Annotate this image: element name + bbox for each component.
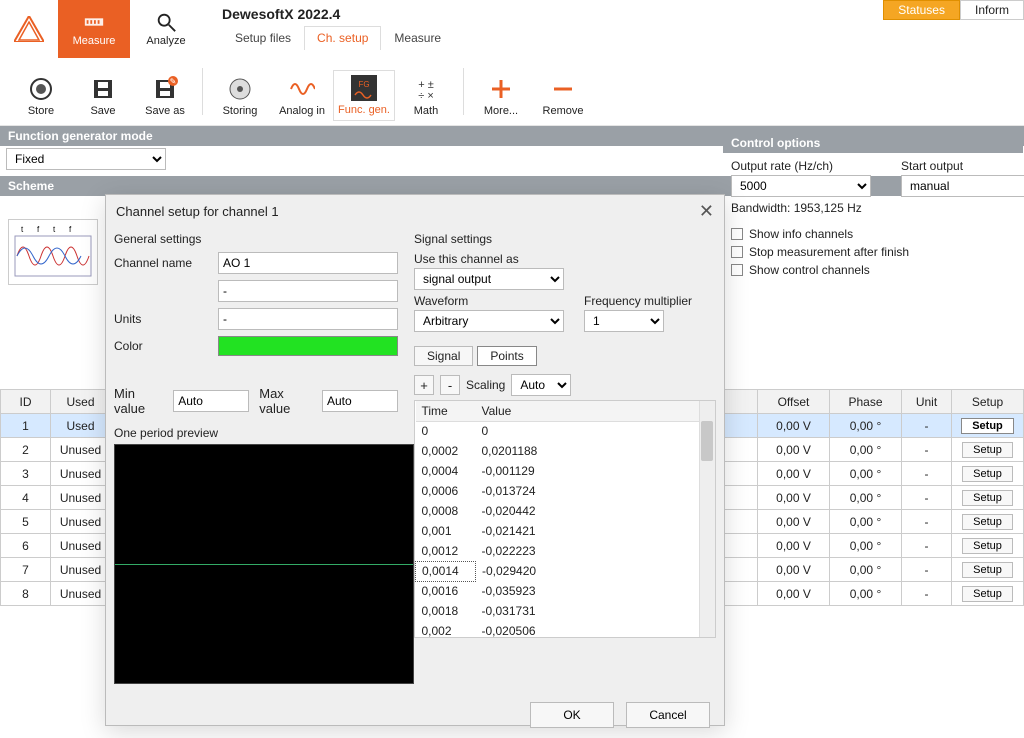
app-logo xyxy=(0,0,58,58)
storing-icon xyxy=(227,76,253,102)
point-row[interactable]: 0,0014-0,029420 xyxy=(416,561,716,581)
remove-point-button[interactable]: - xyxy=(440,375,460,395)
control-title: Control options xyxy=(723,133,1023,153)
tool-analog-in[interactable]: Analog in xyxy=(271,72,333,121)
point-row[interactable]: 00 xyxy=(416,421,716,441)
col-offset[interactable]: Offset xyxy=(758,390,830,414)
setup-button[interactable]: Setup xyxy=(962,562,1013,578)
color-swatch[interactable] xyxy=(218,336,398,356)
tab-points[interactable]: Points xyxy=(477,346,536,366)
svg-text:÷ ×: ÷ × xyxy=(418,90,434,102)
freq-mult-select[interactable]: 1 xyxy=(584,310,664,332)
ok-button[interactable]: OK xyxy=(530,702,614,728)
add-point-button[interactable]: + xyxy=(414,375,434,395)
tool-more[interactable]: More... xyxy=(470,72,532,121)
setup-button[interactable]: Setup xyxy=(962,538,1013,554)
tool-storing[interactable]: Storing xyxy=(209,72,271,121)
tool-save[interactable]: Save xyxy=(72,72,134,121)
point-row[interactable]: 0,0006-0,013724 xyxy=(416,481,716,501)
tool-math[interactable]: + ±÷ × Math xyxy=(395,72,457,121)
channel-setup-dialog: Channel setup for channel 1 ✕ General se… xyxy=(105,194,725,726)
tool-save-as[interactable]: ✎ Save as xyxy=(134,72,196,121)
setup-button[interactable]: Setup xyxy=(962,466,1013,482)
max-value-input[interactable] xyxy=(322,390,398,412)
point-row[interactable]: 0,0004-0,001129 xyxy=(416,461,716,481)
signal-header: Signal settings xyxy=(414,228,716,252)
plus-icon xyxy=(488,76,514,102)
math-icon: + ±÷ × xyxy=(413,76,439,102)
use-as-select[interactable]: signal output xyxy=(414,268,564,290)
tool-func-gen[interactable]: FG Func. gen. xyxy=(333,70,395,121)
points-scrollbar[interactable] xyxy=(699,401,715,637)
check-stop-after[interactable] xyxy=(731,246,743,258)
mode-analyze[interactable]: Analyze xyxy=(130,0,202,58)
point-row[interactable]: 0,0008-0,020442 xyxy=(416,501,716,521)
check-show-control[interactable] xyxy=(731,264,743,276)
svg-text:t: t xyxy=(21,225,24,234)
channel-desc-input[interactable] xyxy=(218,280,398,302)
bandwidth-label: Bandwidth: 1953,125 Hz xyxy=(723,201,1023,223)
scheme-thumbnail[interactable]: tftf xyxy=(8,219,98,285)
output-rate-select[interactable]: 5000 xyxy=(731,175,871,197)
preview-label: One period preview xyxy=(114,426,398,440)
func-gen-icon: FG xyxy=(351,75,377,101)
col-phase[interactable]: Phase xyxy=(830,390,902,414)
start-output-label: Start output xyxy=(901,159,1024,173)
col-unit[interactable]: Unit xyxy=(902,390,952,414)
point-row[interactable]: 0,0018-0,031731 xyxy=(416,601,716,621)
start-output-select[interactable]: manual xyxy=(901,175,1024,197)
inform-button[interactable]: Inform xyxy=(960,0,1024,20)
point-row[interactable]: 0,002-0,020506 xyxy=(416,621,716,638)
point-row[interactable]: 0,0012-0,022223 xyxy=(416,541,716,561)
point-row[interactable]: 0,001-0,021421 xyxy=(416,521,716,541)
output-rate-label: Output rate (Hz/ch) xyxy=(731,159,871,173)
analog-in-icon xyxy=(289,76,315,102)
col-id[interactable]: ID xyxy=(1,390,51,414)
scaling-select[interactable]: Auto xyxy=(511,374,571,396)
minus-icon xyxy=(550,76,576,102)
tab-measure[interactable]: Measure xyxy=(381,26,454,50)
cancel-button[interactable]: Cancel xyxy=(626,702,710,728)
tool-store[interactable]: Store xyxy=(10,72,72,121)
min-value-input[interactable] xyxy=(173,390,249,412)
tab-signal[interactable]: Signal xyxy=(414,346,473,366)
fg-mode-select[interactable]: Fixed xyxy=(6,148,166,170)
units-input[interactable] xyxy=(218,308,398,330)
svg-text:t: t xyxy=(53,225,56,234)
setup-button[interactable]: Setup xyxy=(962,442,1013,458)
setup-button[interactable]: Setup xyxy=(962,514,1013,530)
svg-text:f: f xyxy=(37,225,40,234)
tab-ch-setup[interactable]: Ch. setup xyxy=(304,26,381,50)
svg-text:f: f xyxy=(69,225,72,234)
save-icon xyxy=(90,76,116,102)
point-row[interactable]: 0,0016-0,035923 xyxy=(416,581,716,601)
waveform-select[interactable]: Arbitrary xyxy=(414,310,564,332)
tab-setup-files[interactable]: Setup files xyxy=(222,26,304,50)
setup-button[interactable]: Setup xyxy=(962,490,1013,506)
svg-text:FG: FG xyxy=(358,80,369,89)
check-show-info[interactable] xyxy=(731,228,743,240)
statuses-button[interactable]: Statuses xyxy=(883,0,960,20)
record-icon xyxy=(28,76,54,102)
col-time[interactable]: Time xyxy=(416,401,476,421)
svg-text:✎: ✎ xyxy=(170,77,177,86)
general-header: General settings xyxy=(114,228,398,252)
mode-measure[interactable]: Measure xyxy=(58,0,130,58)
mode-analyze-label: Analyze xyxy=(146,35,185,47)
mode-measure-label: Measure xyxy=(73,35,116,47)
tool-remove[interactable]: Remove xyxy=(532,72,594,121)
col-value[interactable]: Value xyxy=(476,401,716,421)
points-grid: Time Value 000,00020,02011880,0004-0,001… xyxy=(414,400,716,638)
setup-button[interactable]: Setup xyxy=(962,586,1013,602)
close-icon[interactable]: ✕ xyxy=(699,201,714,222)
col-used[interactable]: Used xyxy=(51,390,111,414)
setup-button[interactable]: Setup xyxy=(961,418,1014,434)
channel-name-input[interactable] xyxy=(218,252,398,274)
period-preview xyxy=(114,444,414,684)
save-as-icon: ✎ xyxy=(152,76,178,102)
point-row[interactable]: 0,00020,0201188 xyxy=(416,441,716,461)
col-setup[interactable]: Setup xyxy=(952,390,1024,414)
dialog-title: Channel setup for channel 1 xyxy=(116,204,279,219)
